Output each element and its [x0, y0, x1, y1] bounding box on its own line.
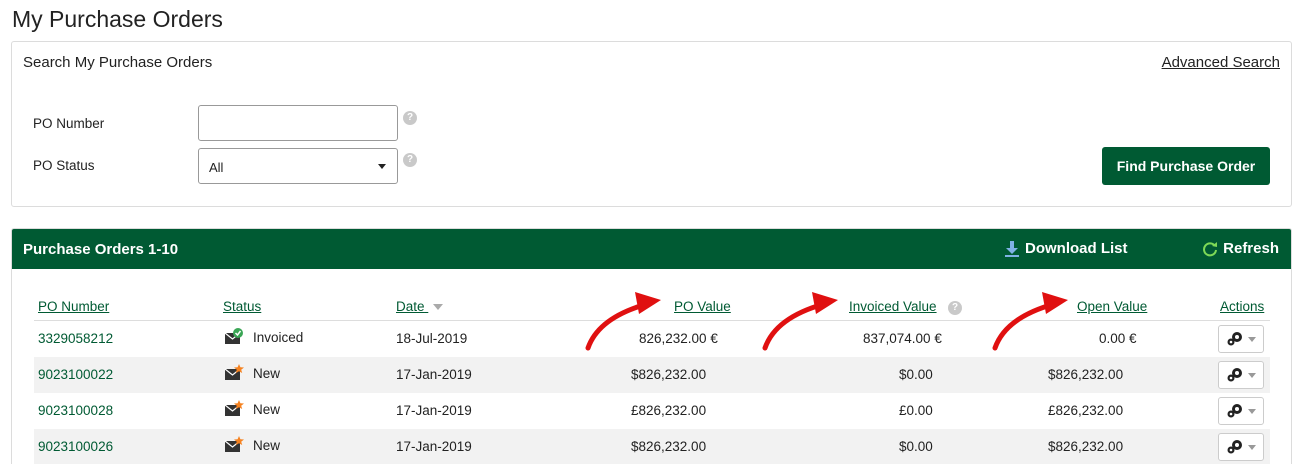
column-header-actions: Actions — [1220, 299, 1265, 314]
envelope-new-icon — [224, 364, 244, 380]
status-cell: New — [224, 400, 280, 418]
refresh-button[interactable]: Refresh — [1202, 240, 1279, 257]
annotation-arrow-icon — [992, 292, 1068, 351]
po-status-label: PO Status — [33, 158, 95, 173]
po-number-link[interactable]: 9023100028 — [38, 403, 113, 418]
gear-icon — [1227, 368, 1242, 382]
po-number-link[interactable]: 9023100022 — [38, 367, 113, 382]
envelope-check-icon — [224, 328, 243, 344]
open-value-cell: £826,232.00 — [1048, 403, 1124, 418]
po-number-link[interactable]: 3329058212 — [38, 331, 113, 346]
po-status-select[interactable]: All — [198, 148, 398, 184]
envelope-new-icon — [224, 400, 244, 416]
annotation-arrow-icon — [585, 292, 661, 351]
po-value-cell: $826,232.00 — [631, 367, 707, 382]
invoiced-value-cell: $0.00 — [899, 367, 933, 382]
refresh-label: Refresh — [1223, 240, 1279, 257]
status-label: New — [253, 437, 281, 453]
po-value-cell: $826,232.00 — [631, 439, 707, 454]
po-number-link[interactable]: 9023100026 — [38, 439, 113, 454]
download-list-button[interactable]: Download List — [1005, 240, 1128, 257]
column-header-date[interactable]: Date — [396, 299, 444, 314]
row-actions-button[interactable] — [1218, 433, 1264, 461]
caret-down-icon — [1248, 372, 1256, 378]
open-value-cell: $826,232.00 — [1048, 367, 1124, 382]
column-header-po-number[interactable]: PO Number — [38, 299, 109, 314]
po-status-selected-value: All — [209, 160, 224, 175]
gear-icon — [1227, 440, 1242, 454]
caret-down-icon — [378, 164, 386, 169]
row-actions-button[interactable] — [1218, 397, 1264, 425]
open-value-cell: $826,232.00 — [1048, 439, 1124, 454]
help-icon[interactable]: ? — [403, 153, 417, 167]
caret-down-icon — [1248, 408, 1256, 414]
download-icon — [1005, 240, 1019, 257]
results-title: Purchase Orders 1-10 — [23, 241, 179, 258]
gear-icon — [1227, 404, 1242, 418]
column-header-po-value[interactable]: PO Value — [674, 299, 731, 314]
column-header-date-label: Date — [396, 299, 425, 314]
column-header-status[interactable]: Status — [223, 299, 261, 314]
status-label: New — [253, 401, 281, 417]
search-panel: Search My Purchase Orders Advanced Searc… — [11, 41, 1292, 207]
status-label: New — [253, 365, 281, 381]
po-number-label: PO Number — [33, 116, 105, 131]
caret-down-icon — [1248, 444, 1256, 450]
sort-down-icon — [433, 304, 444, 311]
date-cell: 18-Jul-2019 — [396, 331, 468, 346]
table-row: 9023100026 New 17-Jan-2019 $826,232.00 $… — [34, 429, 1270, 464]
refresh-icon — [1203, 241, 1218, 256]
po-value-cell: £826,232.00 — [631, 403, 707, 418]
find-purchase-order-button[interactable]: Find Purchase Order — [1102, 147, 1270, 185]
row-actions-button[interactable] — [1218, 325, 1264, 353]
download-list-label: Download List — [1025, 240, 1128, 257]
envelope-new-icon — [224, 436, 244, 452]
open-value-cell: 0.00 € — [1099, 331, 1137, 346]
annotation-arrow-icon — [762, 292, 838, 351]
table-row: 9023100028 New 17-Jan-2019 £826,232.00 £… — [34, 393, 1270, 429]
column-header-open-value[interactable]: Open Value — [1077, 299, 1147, 314]
date-cell: 17-Jan-2019 — [396, 367, 472, 382]
gear-icon — [1227, 332, 1242, 346]
row-actions-button[interactable] — [1218, 361, 1264, 389]
invoiced-value-cell: 837,074.00 € — [863, 331, 942, 346]
invoiced-value-cell: £0.00 — [899, 403, 933, 418]
date-cell: 17-Jan-2019 — [396, 403, 472, 418]
date-cell: 17-Jan-2019 — [396, 439, 472, 454]
table-row: 9023100022 New 17-Jan-2019 $826,232.00 $… — [34, 357, 1270, 393]
help-icon[interactable]: ? — [403, 111, 417, 125]
status-cell: New — [224, 364, 280, 382]
po-number-input[interactable] — [198, 105, 398, 141]
search-panel-title: Search My Purchase Orders — [23, 54, 213, 71]
caret-down-icon — [1248, 336, 1256, 342]
advanced-search-link[interactable]: Advanced Search — [1162, 54, 1280, 71]
status-cell: New — [224, 436, 280, 454]
status-label: Invoiced — [253, 329, 304, 345]
help-icon[interactable]: ? — [948, 301, 962, 315]
results-header: Purchase Orders 1-10 Download List Refre… — [12, 229, 1291, 269]
status-cell: Invoiced — [224, 328, 303, 346]
page-title: My Purchase Orders — [12, 6, 223, 32]
column-header-invoiced-value[interactable]: Invoiced Value — [849, 299, 937, 314]
invoiced-value-cell: $0.00 — [899, 439, 933, 454]
